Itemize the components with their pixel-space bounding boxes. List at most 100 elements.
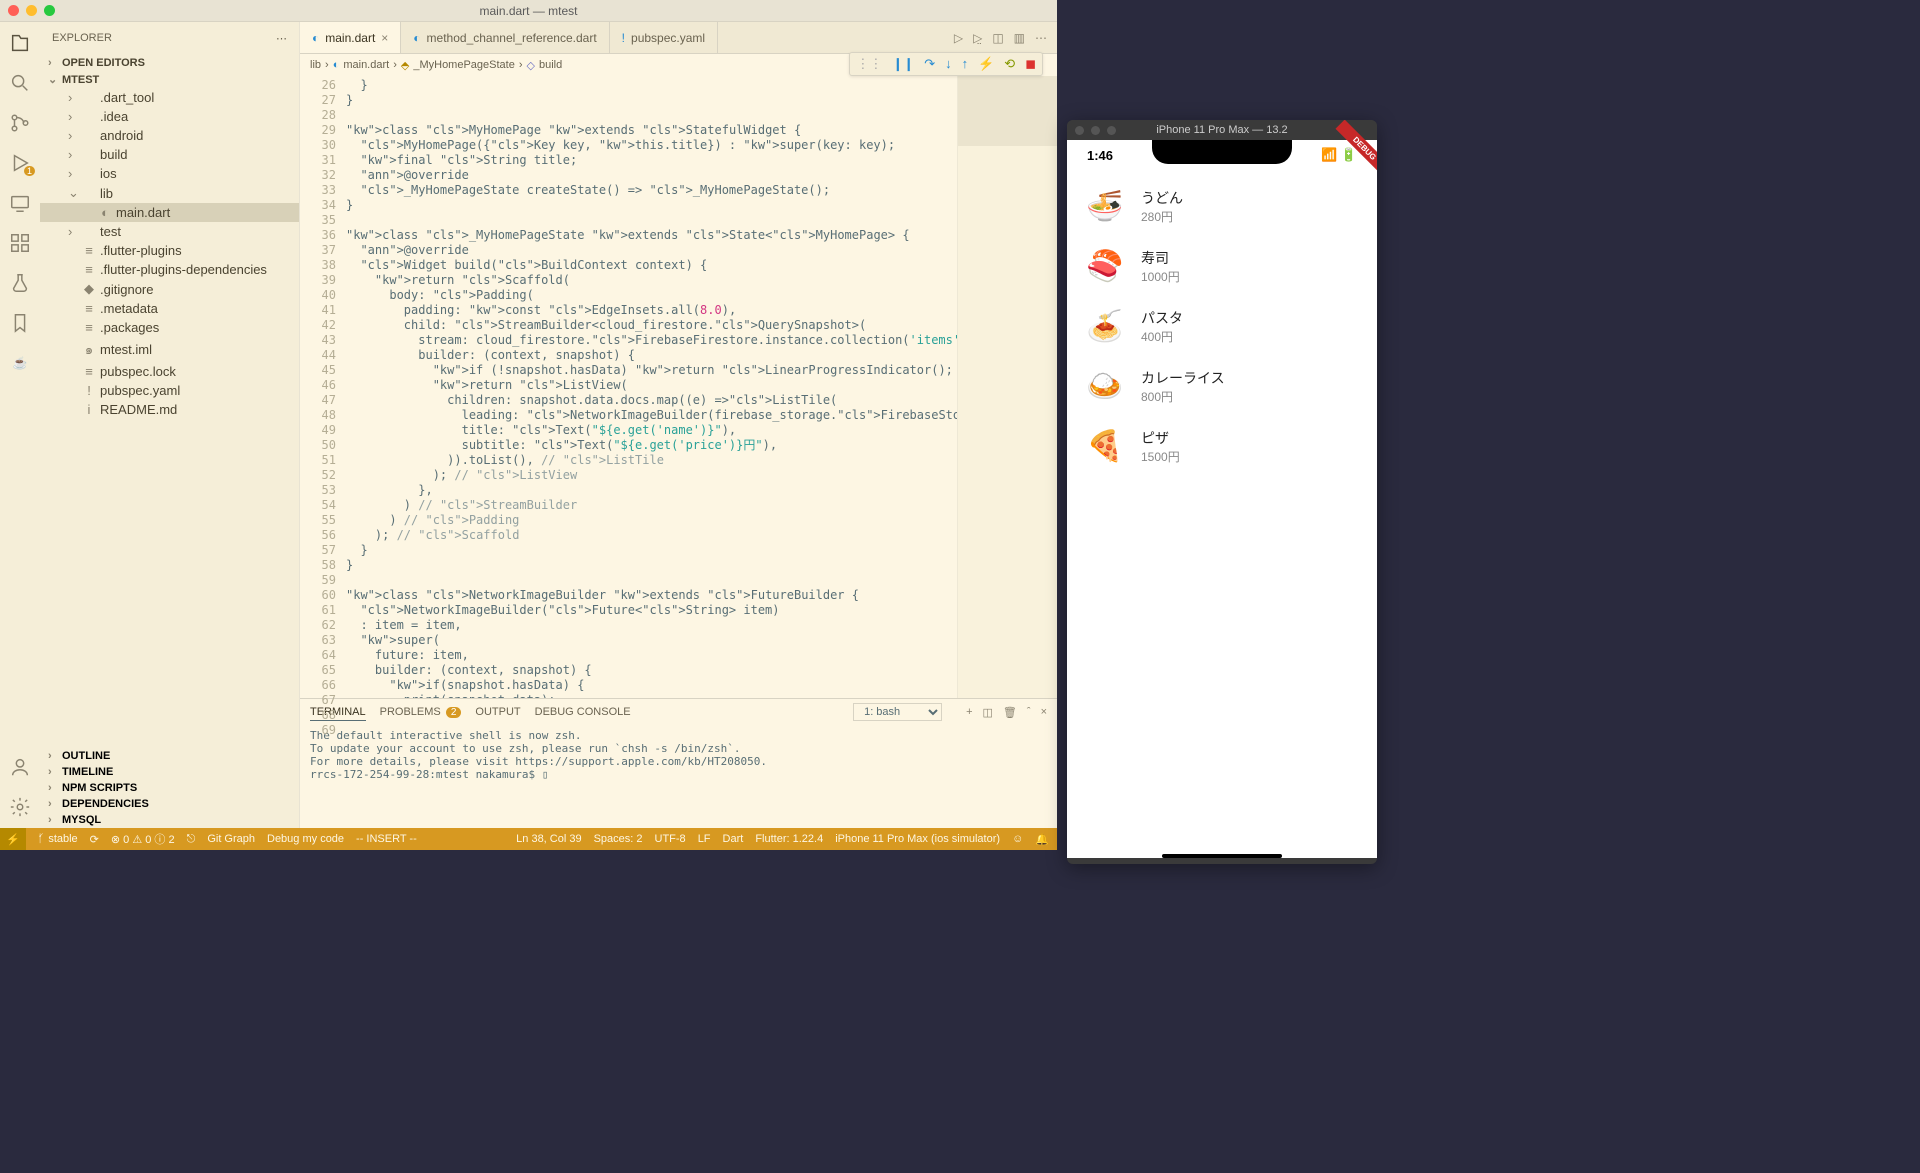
tab-terminal[interactable]: TERMINAL [310,704,366,721]
feedback-icon[interactable]: ☺ [1012,833,1023,846]
bookmark-icon[interactable] [9,312,31,334]
tree-item[interactable]: ≡.metadata [40,299,299,318]
crumb[interactable]: build [539,59,562,71]
port-icon[interactable]: ⎋ [187,833,196,846]
food-list[interactable]: 🍜うどん280円🍣寿司1000円🍝パスタ400円🍛カレーライス800円🍕ピザ15… [1067,170,1377,850]
open-editors-section[interactable]: ›OPEN EDITORS [40,55,299,71]
tree-item[interactable]: iREADME.md [40,400,299,419]
stop-icon[interactable]: ◼ [1025,56,1036,72]
split-terminal-icon[interactable]: ◫ [983,706,993,719]
phone-screen[interactable]: DEBUG 1:46 📶 🔋 🍜うどん280円🍣寿司1000円🍝パスタ400円🍛… [1067,140,1377,858]
pause-icon[interactable]: ❙❙ [892,56,914,72]
terminal-output[interactable]: The default interactive shell is now zsh… [300,725,1057,828]
test-icon[interactable] [9,272,31,294]
problems-status[interactable]: ⊗ 0 ⚠ 0 ⓘ 2 [111,831,175,847]
tree-item[interactable]: ≡pubspec.lock [40,362,299,381]
maximize-panel-icon[interactable]: ˆ [1027,706,1031,719]
code-content[interactable]: } } "kw">class "cls">MyHomePage "kw">ext… [346,76,957,698]
git-graph[interactable]: Git Graph [207,833,255,845]
tree-item[interactable]: ›android [40,126,299,145]
outline-section[interactable]: ›OUTLINE [40,748,299,764]
tree-item[interactable]: ›.idea [40,107,299,126]
sim-titlebar[interactable]: iPhone 11 Pro Max — 13.2 [1067,120,1377,140]
editor-tab[interactable]: ◐main.dart× [300,22,401,53]
indent[interactable]: Spaces: 2 [594,833,643,846]
flutter-ver[interactable]: Flutter: 1.22.4 [755,833,823,846]
maximize-window-icon[interactable] [44,5,55,16]
new-terminal-icon[interactable]: + [966,706,972,719]
code-editor[interactable]: 26 27 28 29 30 31 32 33 34 35 36 37 38 3… [300,76,1057,698]
tree-item[interactable]: ⌄lib [40,183,299,203]
timeline-section[interactable]: ›TIMELINE [40,764,299,780]
settings-icon[interactable] [9,796,31,818]
close-window-icon[interactable] [8,5,19,16]
sync-icon[interactable]: ⟳ [90,833,99,846]
step-over-icon[interactable]: ↷ [924,56,935,72]
tree-item[interactable]: ›test [40,222,299,241]
tree-item[interactable]: ◆.gitignore [40,279,299,299]
tab-output[interactable]: OUTPUT [475,704,520,720]
npm-section[interactable]: ›NPM SCRIPTS [40,780,299,796]
tree-item[interactable]: ◐main.dart [40,203,299,222]
account-icon[interactable] [9,756,31,778]
deps-section[interactable]: ›DEPENDENCIES [40,796,299,812]
tree-item[interactable]: ›ios [40,164,299,183]
tab-debug-console[interactable]: DEBUG CONSOLE [535,704,631,720]
debug-icon[interactable] [9,152,31,174]
list-item[interactable]: 🍜うどん280円 [1067,176,1377,236]
list-item[interactable]: 🍛カレーライス800円 [1067,356,1377,416]
step-into-icon[interactable]: ↓ [945,56,952,72]
more-icon[interactable]: ⋯ [1035,31,1047,45]
more-icon[interactable]: ⋯ [276,32,287,45]
tree-item[interactable]: ›build [40,145,299,164]
list-item[interactable]: 🍕ピザ1500円 [1067,416,1377,476]
drag-handle-icon[interactable]: ⋮⋮ [856,56,882,72]
layout-icon[interactable]: ▥ [1014,31,1025,45]
minimap[interactable] [957,76,1057,698]
run-icon[interactable]: ▷ [954,31,963,45]
scm-icon[interactable] [9,112,31,134]
device[interactable]: iPhone 11 Pro Max (ios simulator) [835,833,1000,846]
step-out-icon[interactable]: ↑ [962,56,969,72]
tree-item[interactable]: ›.dart_tool [40,88,299,107]
tree-item[interactable]: ≡.packages [40,318,299,337]
tree-item[interactable]: !pubspec.yaml [40,381,299,400]
crumb[interactable]: lib [310,59,321,71]
java-icon[interactable]: ☕ [9,352,31,374]
git-branch[interactable]: ᚶ stable [38,833,78,845]
tree-item[interactable]: ≡.flutter-plugins-dependencies [40,260,299,279]
remote-indicator[interactable]: ⚡ [0,828,26,850]
debug-target[interactable]: Debug my code [267,833,344,845]
editor-tab[interactable]: ◐method_channel_reference.dart [401,22,609,53]
crumb[interactable]: main.dart [343,59,389,71]
restart-icon[interactable]: ⟲ [1004,56,1015,72]
project-root[interactable]: ⌄MTEST [40,71,299,88]
hot-reload-icon[interactable]: ⚡ [978,56,994,72]
titlebar[interactable]: main.dart — mtest [0,0,1057,22]
crumb[interactable]: _MyHomePageState [413,59,515,71]
minimize-window-icon[interactable] [26,5,37,16]
debug-toolbar[interactable]: ⋮⋮ ❙❙ ↷ ↓ ↑ ⚡ ⟲ ◼ [849,52,1043,76]
editor-tab[interactable]: !pubspec.yaml [610,22,718,53]
bell-icon[interactable]: 🔔 [1035,833,1049,846]
tab-problems[interactable]: PROBLEMS 2 [380,704,462,720]
close-tab-icon[interactable]: × [381,31,388,45]
close-panel-icon[interactable]: × [1041,706,1047,719]
kill-terminal-icon[interactable]: 🗑 [1003,706,1017,719]
list-item[interactable]: 🍝パスタ400円 [1067,296,1377,356]
search-icon[interactable] [9,72,31,94]
tree-item[interactable]: ≡.flutter-plugins [40,241,299,260]
language[interactable]: Dart [723,833,744,846]
cursor-pos[interactable]: Ln 38, Col 39 [516,833,581,846]
mysql-section[interactable]: ›MYSQL [40,812,299,828]
list-item[interactable]: 🍣寿司1000円 [1067,236,1377,296]
debug-run-icon[interactable]: ▷̤ [973,31,982,45]
home-indicator[interactable] [1162,854,1282,858]
explorer-icon[interactable] [9,32,31,54]
ios-simulator[interactable]: iPhone 11 Pro Max — 13.2 DEBUG 1:46 📶 🔋 … [1067,120,1377,864]
extensions-icon[interactable] [9,232,31,254]
split-icon[interactable]: ◫ [992,31,1003,45]
encoding[interactable]: UTF-8 [655,833,686,846]
terminal-select[interactable]: 1: bash [853,703,942,721]
eol[interactable]: LF [698,833,711,846]
